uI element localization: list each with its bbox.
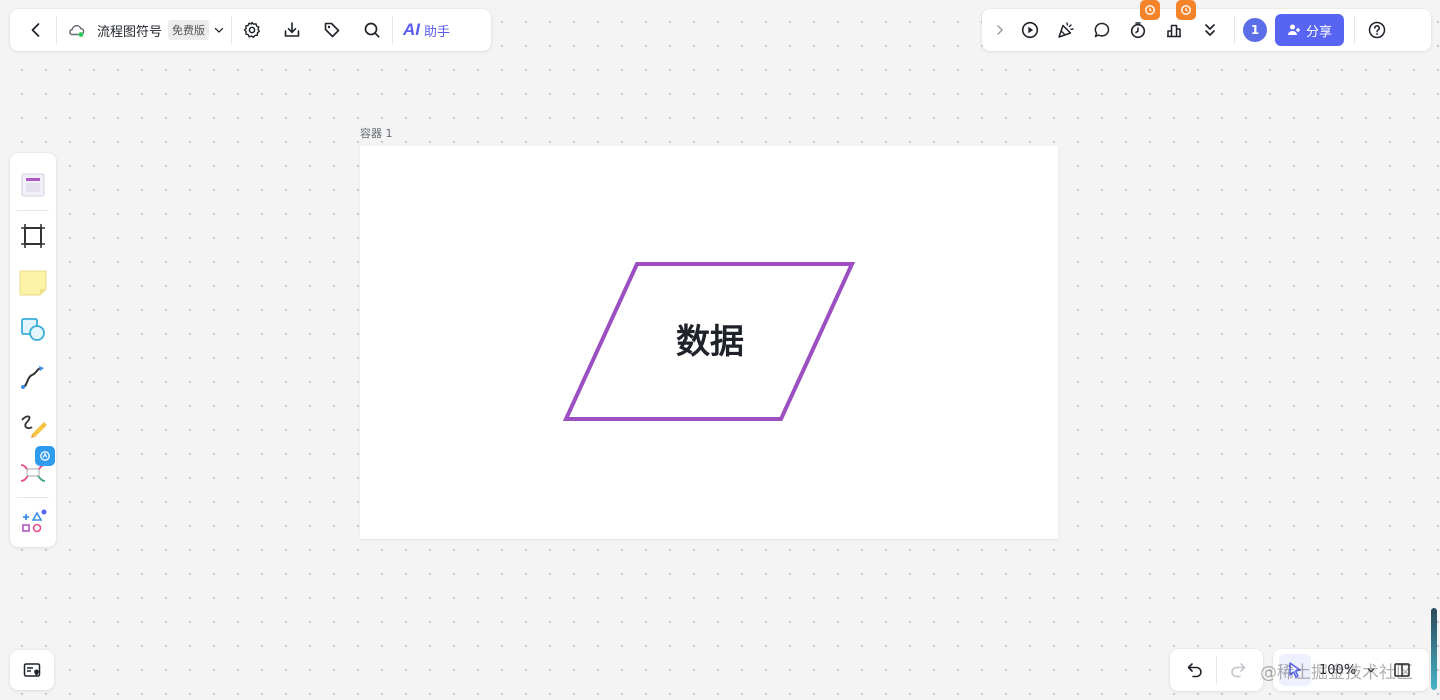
- zoom-slider-handle[interactable]: [1431, 608, 1437, 690]
- divider: [1215, 656, 1217, 684]
- pen-icon: [21, 415, 47, 439]
- shape-tool[interactable]: [15, 311, 51, 350]
- cursor-mode-button[interactable]: [1279, 654, 1311, 686]
- help-button[interactable]: [1361, 14, 1393, 46]
- timer-icon: [1130, 22, 1146, 39]
- redo-icon: [1231, 663, 1246, 678]
- chevron-down-icon: [214, 27, 224, 33]
- map-pin-icon: [23, 663, 41, 677]
- gear-icon: [243, 21, 261, 38]
- cursor-icon: [1289, 662, 1301, 678]
- connector-tool[interactable]: [15, 358, 51, 397]
- divider: [231, 16, 233, 44]
- zoom-dropdown[interactable]: [1364, 654, 1378, 686]
- apps-icon: [22, 509, 47, 533]
- template-icon: [21, 173, 45, 196]
- tag-icon: [324, 22, 340, 38]
- more-shapes-tool[interactable]: [15, 504, 51, 543]
- download-button[interactable]: [276, 14, 308, 46]
- pen-tool[interactable]: [15, 405, 51, 444]
- divider: [17, 496, 49, 498]
- curve-connector-icon: [21, 366, 44, 390]
- help-icon: [1368, 21, 1386, 39]
- container-frame[interactable]: 数据: [360, 146, 1058, 539]
- minimap-button[interactable]: [16, 654, 48, 686]
- add-user-icon: [1288, 24, 1300, 35]
- tag-button[interactable]: [316, 14, 348, 46]
- sticky-note-icon: [19, 270, 47, 296]
- left-toolbar: [10, 153, 56, 547]
- more-tools-button[interactable]: [1194, 14, 1226, 46]
- undo-icon: [1187, 663, 1202, 678]
- undo-button[interactable]: [1179, 654, 1211, 686]
- settings-button[interactable]: [236, 14, 268, 46]
- shapes-icon: [21, 318, 45, 342]
- chevron-down-icon: [1367, 668, 1375, 673]
- vote-button[interactable]: [1158, 0, 1196, 46]
- comment-button[interactable]: [1086, 14, 1118, 46]
- timer-button[interactable]: [1122, 0, 1160, 46]
- back-button[interactable]: [20, 14, 52, 46]
- document-title[interactable]: 流程图符号: [97, 21, 162, 40]
- fit-view-button[interactable]: [1386, 654, 1418, 686]
- top-left-toolbar: 流程图符号 免费版 AI 助手: [10, 9, 491, 51]
- chevron-right-icon: [997, 25, 1003, 35]
- divider: [1234, 16, 1235, 44]
- collaborator-avatar[interactable]: 1: [1243, 18, 1267, 42]
- celebrate-button[interactable]: [1050, 14, 1082, 46]
- divider: [17, 210, 49, 211]
- upgrade-badge-icon: [1176, 0, 1196, 20]
- history-panel: [1170, 649, 1263, 691]
- redo-button[interactable]: [1222, 654, 1254, 686]
- ai-logo: AI: [403, 20, 421, 39]
- book-icon: [1394, 663, 1410, 677]
- zoom-panel: 100%: [1273, 649, 1429, 691]
- podium-icon: [1167, 24, 1181, 38]
- ai-assistant-label: 助手: [424, 24, 451, 40]
- party-popper-icon: [1058, 22, 1074, 38]
- title-dropdown[interactable]: [211, 14, 227, 46]
- search-icon: [364, 22, 380, 38]
- comment-icon: [1094, 22, 1110, 38]
- frame-icon: [21, 224, 45, 249]
- search-button[interactable]: [356, 14, 388, 46]
- divider: [1354, 16, 1356, 44]
- cloud-saved-icon: [65, 14, 87, 46]
- play-circle-icon: [1021, 21, 1039, 39]
- download-icon: [284, 22, 300, 37]
- chevron-left-icon: [31, 23, 40, 37]
- zoom-level[interactable]: 100%: [1319, 663, 1356, 678]
- map-panel: [10, 650, 54, 690]
- divider: [392, 16, 394, 44]
- share-button[interactable]: 分享: [1275, 14, 1345, 46]
- plan-badge: 免费版: [168, 20, 210, 40]
- share-label: 分享: [1306, 24, 1333, 40]
- present-button[interactable]: [1014, 14, 1046, 46]
- shape-text[interactable]: 数据: [610, 318, 810, 366]
- frame-tool[interactable]: [15, 217, 51, 256]
- double-chevron-down-icon: [1205, 24, 1215, 36]
- template-tool[interactable]: [15, 165, 51, 204]
- collapse-toolbar-button[interactable]: [990, 14, 1010, 46]
- new-feature-badge-icon: [35, 445, 55, 466]
- mind-map-tool[interactable]: [15, 445, 55, 491]
- divider: [56, 16, 57, 44]
- sticky-note-tool[interactable]: [15, 264, 51, 303]
- ai-assistant-button[interactable]: AI 助手: [403, 20, 450, 40]
- container-label[interactable]: 容器 1: [360, 125, 393, 141]
- top-right-toolbar: 1 分享: [982, 0, 1431, 51]
- upgrade-badge-icon: [1140, 0, 1160, 20]
